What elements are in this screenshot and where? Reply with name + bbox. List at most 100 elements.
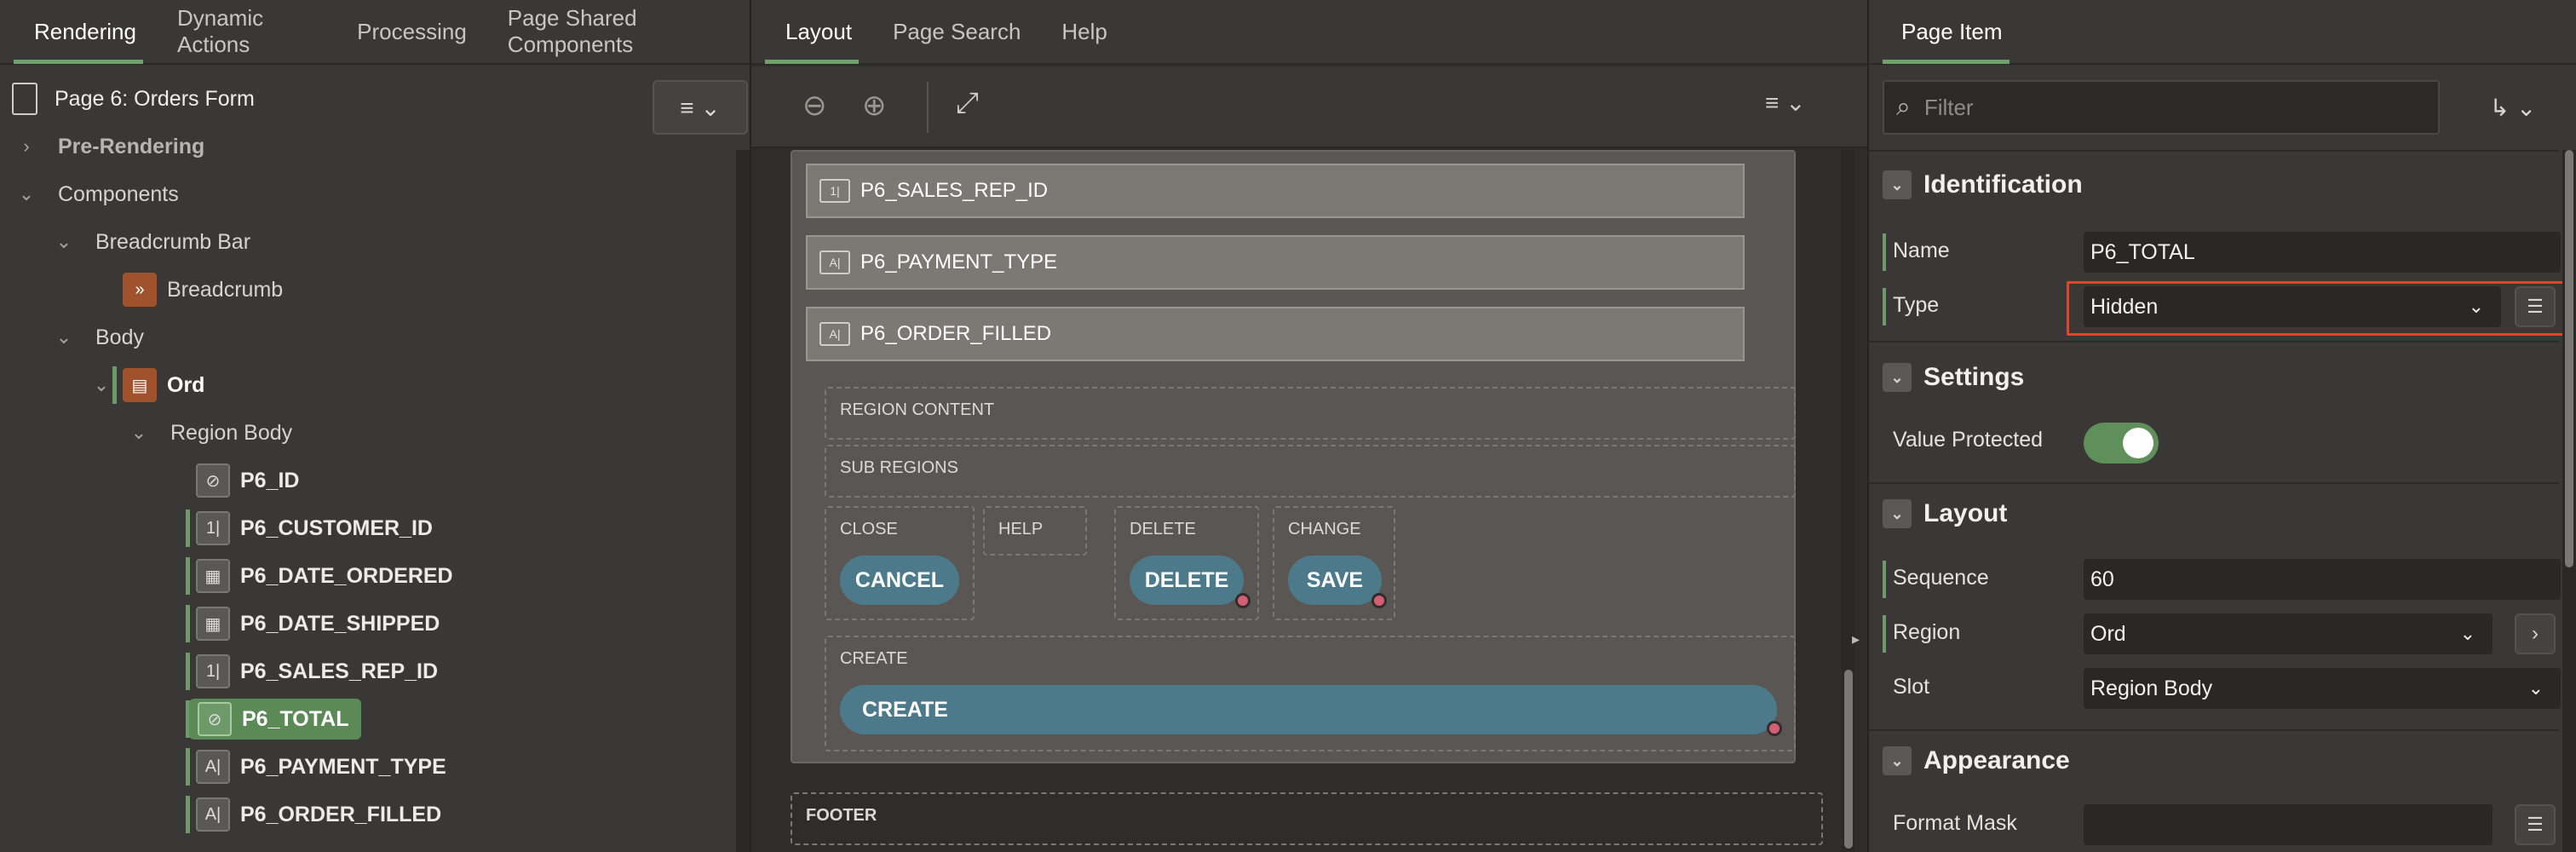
toggle-knob — [2123, 428, 2153, 458]
scroll-thumb[interactable] — [2565, 150, 2573, 567]
canvas-field[interactable]: A| P6_PAYMENT_TYPE — [806, 235, 1745, 290]
filter-input[interactable]: ⌕ Filter — [1883, 80, 2440, 135]
tree-menu-button[interactable]: ≡ ⌄ — [653, 80, 748, 135]
cancel-button[interactable]: CANCEL — [840, 556, 959, 605]
zoom-in-icon[interactable]: ⊕ — [862, 89, 887, 123]
number-field-icon: 1| — [819, 179, 850, 203]
slot-label: FOOTER — [806, 806, 877, 825]
tree-item-selected[interactable]: ⊘ P6_TOTAL — [189, 695, 361, 743]
delete-button[interactable]: DELETE — [1130, 556, 1244, 605]
list-button[interactable]: ☰ — [2515, 804, 2556, 845]
tree-node-breadcrumb[interactable]: » Breadcrumb — [123, 266, 283, 314]
tree-node-body[interactable]: ⌄ Body — [51, 314, 144, 361]
tree-item-label: P6_DATE_SHIPPED — [240, 611, 440, 636]
change-marker — [186, 509, 190, 547]
section-appearance[interactable]: ⌄ Appearance — [1883, 746, 2070, 775]
tree-item[interactable]: ▦ P6_DATE_ORDERED — [196, 552, 453, 600]
slot-label: CREATE — [840, 649, 908, 668]
sub-regions-slot[interactable]: SUB REGIONS — [825, 445, 1796, 498]
tree-item-label: P6_TOTAL — [242, 706, 349, 731]
text-field-icon: A| — [196, 797, 230, 832]
slot-value: Region Body — [2090, 676, 2213, 700]
tab-page-item[interactable]: Page Item — [1869, 0, 2023, 64]
tree-item[interactable]: A| P6_PAYMENT_TYPE — [196, 743, 446, 791]
save-button[interactable]: SAVE — [1288, 556, 1382, 605]
section-layout[interactable]: ⌄ Layout — [1883, 499, 2007, 528]
section-identification[interactable]: ⌄ Identification — [1883, 170, 2083, 199]
scroll-thumb[interactable] — [1844, 670, 1853, 849]
section-divider — [1869, 482, 2559, 484]
text-field-icon: A| — [819, 322, 850, 346]
layout-scrollbar[interactable] — [1842, 150, 1855, 852]
format-mask-field[interactable] — [2084, 804, 2493, 845]
chevron-down-icon[interactable]: ⌄ — [51, 231, 77, 253]
collapse-icon[interactable]: ⌄ — [1883, 746, 1912, 775]
tree-label: Ord — [167, 372, 205, 397]
chevron-right-icon[interactable]: › — [14, 135, 39, 158]
tree-node-region-body[interactable]: ⌄ Region Body — [126, 409, 292, 457]
tab-help[interactable]: Help — [1041, 0, 1127, 64]
prop-value-protected: Value Protected — [1883, 416, 2556, 467]
layout-menu-icon[interactable]: ≡ ⌄ — [1765, 89, 1806, 117]
filter-placeholder: Filter — [1923, 94, 1974, 120]
go-to-region-button[interactable]: › — [2515, 613, 2556, 654]
field-label: P6_PAYMENT_TYPE — [860, 250, 1058, 273]
chevron-down-icon: ⌄ — [2459, 623, 2475, 644]
name-field[interactable]: P6_TOTAL — [2084, 232, 2561, 273]
region-select[interactable]: Ord ⌄ — [2084, 613, 2493, 654]
splitter-right[interactable]: ▸ — [1852, 630, 1864, 651]
tree-item[interactable]: A| P6_ORDER_FILLED — [196, 791, 441, 838]
tree-item[interactable]: 1| P6_SALES_REP_ID — [196, 648, 438, 695]
tab-page-search[interactable]: Page Search — [872, 0, 1041, 64]
properties-scrollbar[interactable] — [2562, 150, 2576, 852]
canvas-field[interactable]: A| P6_ORDER_FILLED — [806, 307, 1745, 361]
slot-label: REGION CONTENT — [840, 400, 995, 419]
prop-label: Type — [1893, 293, 1940, 317]
change-marker — [186, 557, 190, 595]
page-title-row[interactable]: Page 6: Orders Form — [12, 80, 255, 118]
tab-processing[interactable]: Processing — [336, 0, 487, 64]
tree-node-ord[interactable]: ⌄ ▤ Ord — [89, 361, 204, 409]
chevron-down-icon[interactable]: ⌄ — [14, 183, 39, 205]
value-protected-toggle[interactable] — [2084, 423, 2159, 463]
slot-select[interactable]: Region Body ⌄ — [2084, 668, 2561, 709]
tree-item[interactable]: ▦ P6_DATE_SHIPPED — [196, 600, 440, 648]
help-slot[interactable]: HELP — [983, 506, 1087, 556]
slot-label: DELETE — [1130, 520, 1196, 538]
chevron-down-icon[interactable]: ⌄ — [89, 374, 114, 396]
tree-node-breadcrumb-bar[interactable]: ⌄ Breadcrumb Bar — [51, 218, 250, 266]
footer-slot[interactable]: FOOTER — [791, 792, 1823, 845]
tab-rendering[interactable]: Rendering — [0, 0, 157, 64]
chevron-down-icon[interactable]: ⌄ — [51, 326, 77, 348]
tab-page-shared-components[interactable]: Page Shared Components — [487, 0, 750, 64]
prop-format-mask: Format Mask ☰ — [1883, 799, 2556, 850]
create-button[interactable]: CREATE — [840, 685, 1777, 734]
tree-item-label: P6_DATE_ORDERED — [240, 563, 453, 588]
collapse-icon[interactable]: ⌄ — [1883, 363, 1912, 392]
expand-icon[interactable]: ⤢ — [956, 87, 979, 120]
zoom-out-icon[interactable]: ⊖ — [802, 89, 827, 123]
prop-label: Value Protected — [1893, 428, 2044, 452]
tree-label: Breadcrumb Bar — [95, 229, 251, 254]
field-label: P6_SALES_REP_ID — [860, 179, 1049, 202]
tree-node-pre-rendering[interactable]: › Pre-Rendering — [14, 123, 204, 170]
collapse-icon[interactable]: ⌄ — [1883, 499, 1912, 528]
collapse-icon[interactable]: ⌄ — [1883, 170, 1912, 199]
canvas-field[interactable]: 1| P6_SALES_REP_ID — [806, 164, 1745, 218]
section-settings[interactable]: ⌄ Settings — [1883, 363, 2024, 392]
prop-label: Slot — [1893, 675, 1930, 699]
text-field-icon: A| — [819, 250, 850, 274]
tab-dynamic-actions[interactable]: Dynamic Actions — [157, 0, 336, 64]
sequence-field[interactable]: 60 — [2084, 559, 2561, 600]
prop-label: Name — [1893, 239, 1950, 262]
go-to-group-button[interactable]: ↳ ⌄ — [2470, 80, 2556, 135]
tab-layout[interactable]: Layout — [751, 0, 872, 64]
tree-item-label: P6_ORDER_FILLED — [240, 802, 442, 826]
chevron-down-icon[interactable]: ⌄ — [126, 422, 152, 444]
tree-item[interactable]: ⊘ P6_ID — [196, 457, 299, 504]
region-content-slot[interactable]: REGION CONTENT — [825, 387, 1796, 440]
tree-item[interactable]: 1| P6_CUSTOMER_ID — [196, 504, 433, 552]
layout-pane: Layout Page Search Help ⊖ ⊕ ⤢ ≡ ⌄ 1| P6_… — [750, 0, 1869, 852]
tree-scrollbar[interactable] — [736, 150, 750, 852]
tree-node-components[interactable]: ⌄ Components — [14, 170, 179, 218]
